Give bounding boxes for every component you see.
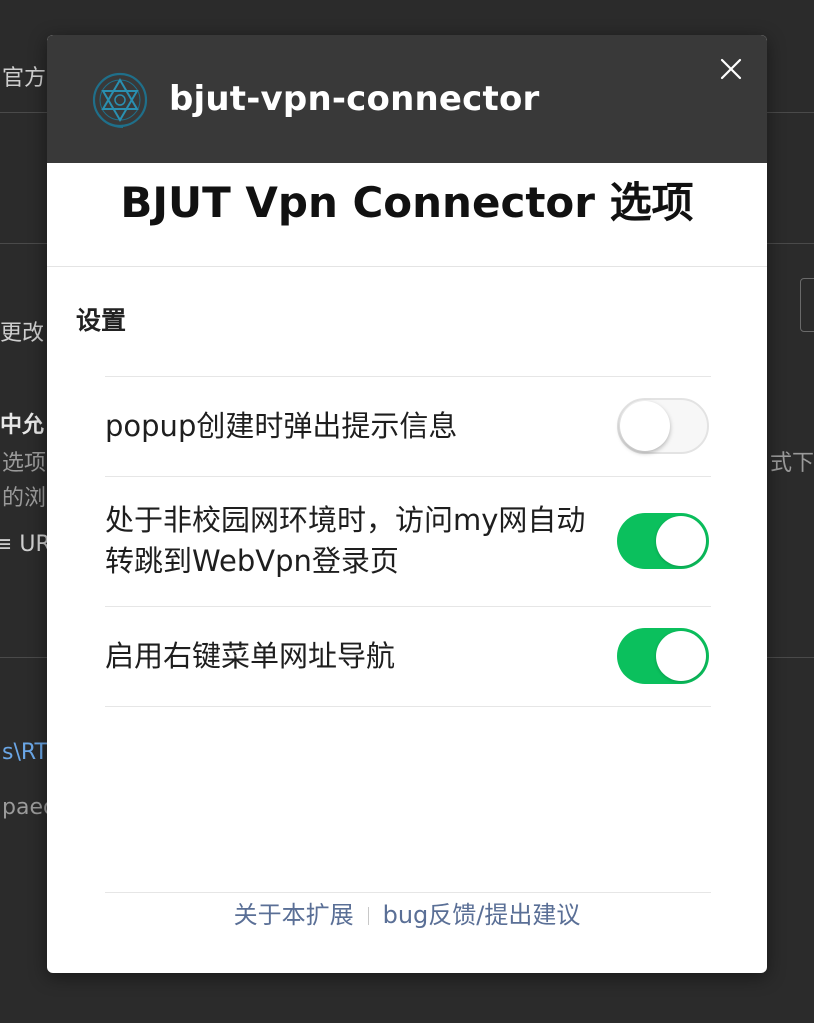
background-link[interactable]: s\RT	[2, 740, 48, 765]
section-title-settings: 设置	[76, 306, 127, 335]
footer-separator	[367, 907, 369, 925]
toggle-switch-popup-notice[interactable]	[617, 398, 709, 454]
setting-row-webvpn-redirect: 处于非校园网环境时，访问my网自动转跳到WebVpn登录页	[105, 476, 711, 606]
about-extension-link[interactable]: 关于本扩展	[234, 901, 354, 929]
toggle-knob	[656, 516, 706, 566]
background-button[interactable]	[800, 278, 814, 332]
dialog-header: bjut-vpn-connector	[47, 35, 767, 163]
setting-row-context-menu-nav: 启用右键菜单网址导航	[105, 606, 711, 707]
background-text: 官方	[2, 66, 47, 91]
setting-label: 启用右键菜单网址导航	[105, 639, 396, 673]
toggle-switch-webvpn-redirect[interactable]	[617, 513, 709, 569]
toggle-knob	[620, 401, 670, 451]
toggle-knob	[656, 631, 706, 681]
extension-options-dialog: bjut-vpn-connector BJUT Vpn Connector 选项…	[47, 35, 767, 973]
settings-list: popup创建时弹出提示信息 处于非校园网环境时，访问my网自动转跳到WebVp…	[105, 376, 711, 707]
toggle-switch-context-menu-nav[interactable]	[617, 628, 709, 684]
dialog-title: bjut-vpn-connector	[169, 79, 540, 119]
background-text: ≡ UR	[0, 532, 51, 557]
page-title: BJUT Vpn Connector 选项	[120, 178, 694, 227]
background-text: 中允	[0, 413, 45, 438]
setting-label: popup创建时弹出提示信息	[105, 409, 458, 443]
bjut-star-logo-icon	[92, 72, 148, 128]
background-text: 的浏	[2, 486, 47, 511]
feedback-link[interactable]: bug反馈/提出建议	[383, 901, 581, 929]
heading-divider	[47, 266, 767, 267]
background-text: 更改	[0, 321, 45, 346]
footer-divider	[105, 892, 711, 893]
setting-row-popup-notice: popup创建时弹出提示信息	[105, 376, 711, 476]
dialog-footer: 关于本扩展 bug反馈/提出建议	[47, 895, 767, 930]
background-text: 式下，	[770, 451, 814, 476]
close-icon[interactable]	[715, 53, 747, 85]
setting-label: 处于非校园网环境时，访问my网自动转跳到WebVpn登录页	[105, 503, 586, 578]
